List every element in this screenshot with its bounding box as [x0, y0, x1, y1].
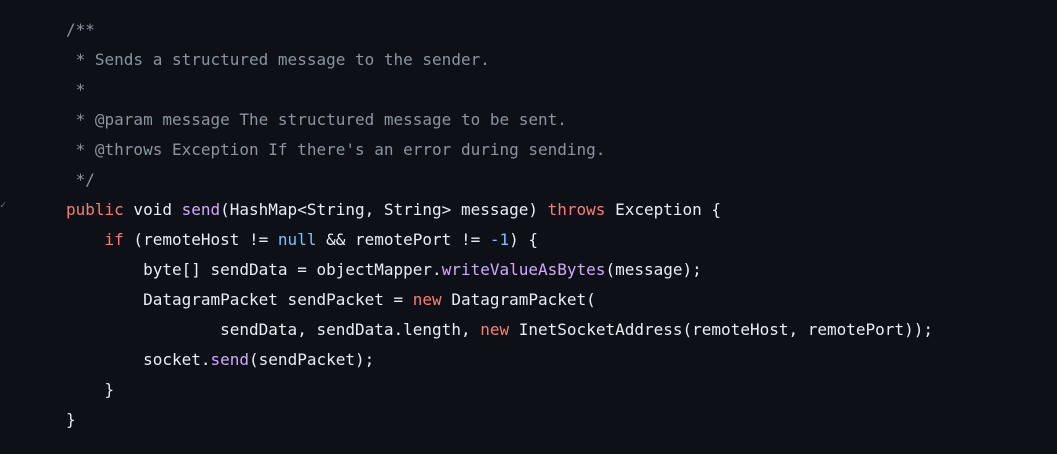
- code-token-plain: ) {: [509, 230, 539, 249]
- code-token-plain: (remoteHost !=: [123, 230, 278, 249]
- code-line: */: [66, 165, 933, 195]
- code-token-comment: */: [66, 170, 95, 189]
- code-line: }: [66, 405, 933, 435]
- code-line: *: [66, 75, 933, 105]
- code-token-plain: }: [66, 380, 115, 399]
- code-token-function: send: [181, 200, 221, 219]
- code-token-comment: * @throws Exception If there's an error …: [66, 140, 606, 159]
- code-token-plain: DatagramPacket(: [441, 290, 596, 309]
- code-token-function: writeValueAsBytes: [441, 260, 606, 279]
- code-token-plain: socket.: [66, 350, 211, 369]
- code-token-comment: *: [66, 80, 86, 99]
- code-token-comment: /**: [66, 20, 95, 39]
- code-token-plain: InetSocketAddress(remoteHost, remotePort…: [509, 320, 933, 339]
- code-token-plain: (HashMap<String, String> message): [220, 200, 548, 219]
- code-editor: ✓ /** * Sends a structured message to th…: [0, 0, 1057, 454]
- code-token-plain: (sendPacket);: [249, 350, 375, 369]
- code-token-comment: * @param message The structured message …: [66, 110, 567, 129]
- code-token-number: -1: [489, 230, 510, 249]
- code-line: * @throws Exception If there's an error …: [66, 135, 933, 165]
- code-token-plain: byte[] sendData = objectMapper.: [66, 260, 442, 279]
- code-line: * Sends a structured message to the send…: [66, 45, 933, 75]
- code-token-keyword: new: [412, 290, 442, 309]
- code-token-keyword: new: [480, 320, 510, 339]
- code-token-plain: void: [123, 200, 182, 219]
- code-token-plain: DatagramPacket sendPacket =: [66, 290, 413, 309]
- code-block: /** * Sends a structured message to the …: [66, 15, 933, 435]
- code-line: if (remoteHost != null && remotePort != …: [66, 225, 933, 255]
- code-line: /**: [66, 15, 933, 45]
- code-token-keyword: public: [66, 200, 124, 219]
- code-line: socket.send(sendPacket);: [66, 345, 933, 375]
- code-token-comment: * Sends a structured message to the send…: [66, 50, 490, 69]
- code-token-keyword: if: [104, 230, 124, 249]
- code-token-plain: && remotePort !=: [316, 230, 490, 249]
- code-line: public void send(HashMap<String, String>…: [66, 195, 933, 225]
- code-line: * @param message The structured message …: [66, 105, 933, 135]
- code-line: sendData, sendData.length, new InetSocke…: [66, 315, 933, 345]
- code-line: DatagramPacket sendPacket = new Datagram…: [66, 285, 933, 315]
- code-line: }: [66, 375, 933, 405]
- code-token-keyword: throws: [547, 200, 606, 219]
- code-line: byte[] sendData = objectMapper.writeValu…: [66, 255, 933, 285]
- code-token-plain: (message);: [605, 260, 702, 279]
- code-token-constant: null: [277, 230, 317, 249]
- code-token-function: send: [210, 350, 250, 369]
- code-token-plain: Exception {: [605, 200, 722, 219]
- code-token-plain: }: [66, 410, 76, 429]
- code-token-plain: sendData, sendData.length,: [66, 320, 481, 339]
- gutter-check-icon: ✓: [0, 200, 7, 211]
